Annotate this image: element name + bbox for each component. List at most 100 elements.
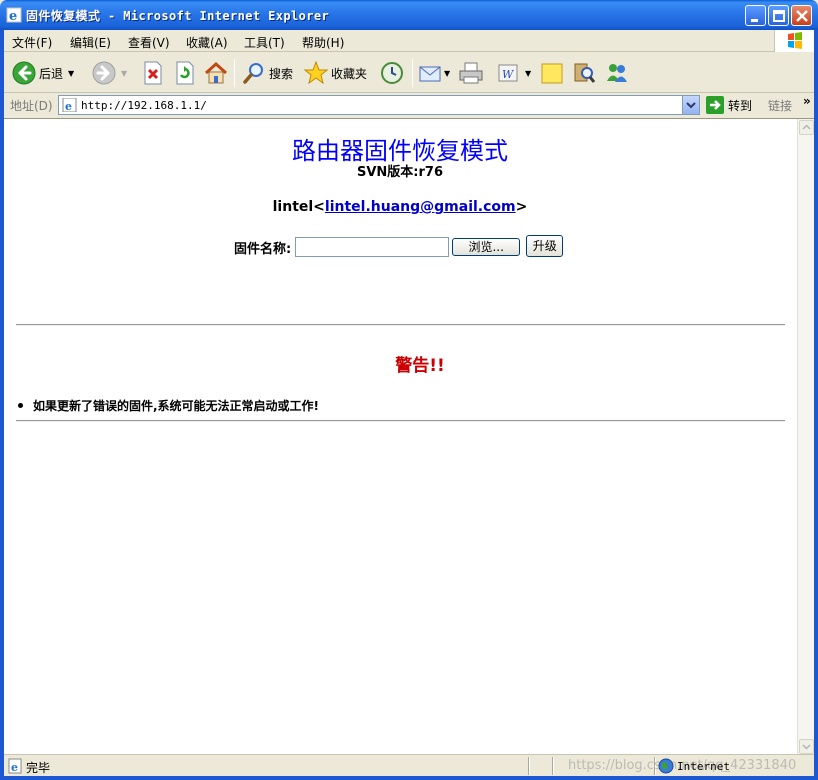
browse-button[interactable]: 浏览... — [452, 238, 521, 256]
chevron-down-icon — [802, 744, 811, 750]
print-icon — [459, 62, 483, 84]
window-title: 固件恢复模式 - Microsoft Internet Explorer — [26, 9, 330, 23]
page-done-icon: e — [8, 758, 22, 774]
back-arrow-icon — [12, 61, 36, 85]
svg-text:W: W — [502, 68, 515, 81]
page-content: 路由器固件恢复模式 SVN版本:r76 lintel<lintel.huang@… — [4, 118, 814, 754]
home-icon — [204, 61, 228, 84]
warning-list-item: 如果更新了错误的固件,系统可能无法正常启动或工作! — [16, 397, 319, 414]
go-button[interactable]: 转到 — [706, 96, 752, 114]
address-url: http://192.168.1.1/ — [81, 99, 207, 112]
stop-button[interactable] — [142, 59, 164, 87]
note-icon — [541, 63, 563, 84]
back-dropdown-icon[interactable]: ▼ — [68, 69, 74, 78]
edit-dropdown-icon[interactable]: ▼ — [525, 69, 531, 78]
forward-arrow-icon — [92, 61, 116, 85]
mail-button[interactable]: ▼ — [418, 59, 450, 87]
star-icon — [304, 61, 328, 85]
print-button[interactable] — [458, 59, 484, 87]
globe-icon — [658, 758, 674, 774]
menu-edit[interactable]: 编辑(E) — [70, 34, 111, 51]
scroll-down-button[interactable] — [799, 739, 814, 754]
author-close: > — [515, 199, 528, 215]
bullet-icon — [18, 403, 23, 408]
stop-icon — [144, 61, 162, 85]
svg-text:e: e — [11, 761, 18, 774]
minimize-icon — [751, 19, 758, 22]
favorites-button[interactable]: 收藏夹 — [304, 59, 367, 87]
address-input[interactable]: e http://192.168.1.1/ — [58, 95, 700, 115]
firmware-form: 固件名称: 浏览... 升级 — [234, 235, 564, 257]
refresh-icon — [176, 61, 194, 85]
notes-button[interactable] — [540, 59, 564, 87]
svn-version: SVN版本:r76 — [356, 165, 443, 180]
back-label: 后退 — [39, 66, 64, 81]
mail-dropdown-icon[interactable]: ▼ — [444, 69, 450, 78]
maximize-button[interactable] — [768, 5, 789, 26]
window-frame-right — [814, 30, 818, 780]
zone-text: Internet — [677, 760, 730, 773]
upgrade-button[interactable]: 升级 — [526, 235, 564, 257]
svg-text:e: e — [9, 9, 17, 23]
divider — [16, 324, 785, 326]
toolbar: 后退 ▼ ▼ 搜索 收藏夹 ▼ W ▼ — [4, 53, 814, 93]
edit-button[interactable]: W ▼ — [496, 59, 531, 87]
divider — [16, 420, 785, 422]
page-ie-icon: e — [62, 98, 77, 112]
research-button[interactable] — [572, 59, 596, 87]
status-separator — [528, 757, 530, 775]
forward-dropdown-icon[interactable]: ▼ — [121, 69, 127, 78]
close-icon — [796, 10, 808, 22]
links-label[interactable]: 链接 — [768, 97, 792, 114]
favorites-label: 收藏夹 — [331, 66, 368, 81]
search-icon — [243, 63, 263, 84]
ie-icon: e — [6, 7, 22, 23]
menu-help[interactable]: 帮助(H) — [302, 34, 344, 51]
window-frame-bottom — [0, 776, 818, 780]
author-name: lintel< — [272, 199, 325, 215]
chevron-up-icon — [802, 124, 811, 130]
address-bar: 地址(D) e http://192.168.1.1/ 转到 链接 » — [4, 94, 814, 116]
warning-title: 警告!! — [395, 356, 445, 376]
search-label: 搜索 — [269, 66, 294, 81]
chevron-down-icon — [686, 102, 696, 109]
minimize-button[interactable] — [745, 5, 766, 26]
scroll-up-button[interactable] — [799, 120, 814, 135]
go-arrow-icon — [706, 96, 724, 114]
status-bar: e 完毕 https://blog.csdn.net/qq_42331840 I… — [4, 754, 814, 776]
close-button[interactable] — [791, 5, 812, 26]
menu-favorites[interactable]: 收藏(A) — [186, 34, 228, 51]
chevron-right-icon[interactable]: » — [803, 94, 811, 108]
menu-view[interactable]: 查看(V) — [128, 34, 170, 51]
address-dropdown-button[interactable] — [682, 96, 699, 114]
back-button[interactable]: 后退 ▼ — [12, 59, 74, 87]
home-button[interactable] — [204, 59, 228, 87]
history-icon — [381, 62, 403, 84]
firmware-label: 固件名称: — [234, 241, 292, 257]
author-email-link[interactable]: lintel.huang@gmail.com — [325, 199, 516, 215]
mail-icon — [419, 66, 441, 82]
maximize-icon — [773, 10, 785, 22]
history-button[interactable] — [380, 59, 404, 87]
messenger-icon — [607, 64, 627, 82]
title-bar[interactable]: e 固件恢复模式 - Microsoft Internet Explorer — [0, 0, 818, 30]
toolbar-separator — [412, 59, 413, 87]
research-icon — [574, 63, 596, 83]
vertical-scrollbar[interactable] — [797, 119, 814, 754]
status-separator — [552, 757, 554, 775]
menu-tools[interactable]: 工具(T) — [244, 34, 285, 51]
forward-button[interactable]: ▼ — [92, 59, 127, 87]
menu-file[interactable]: 文件(F) — [12, 34, 52, 51]
refresh-button[interactable] — [174, 59, 196, 87]
word-icon: W — [498, 64, 518, 82]
messenger-button[interactable] — [604, 59, 630, 87]
toolbar-separator — [234, 59, 235, 87]
svg-text:e: e — [65, 100, 72, 112]
menu-bar: 文件(F) 编辑(E) 查看(V) 收藏(A) 工具(T) 帮助(H) — [4, 30, 814, 52]
address-label: 地址(D) — [10, 99, 53, 113]
warning-text: 如果更新了错误的固件,系统可能无法正常启动或工作! — [33, 399, 320, 413]
go-label: 转到 — [728, 98, 753, 113]
search-button[interactable]: 搜索 — [242, 59, 293, 87]
firmware-file-input[interactable] — [295, 237, 450, 257]
status-text: 完毕 — [26, 761, 51, 775]
